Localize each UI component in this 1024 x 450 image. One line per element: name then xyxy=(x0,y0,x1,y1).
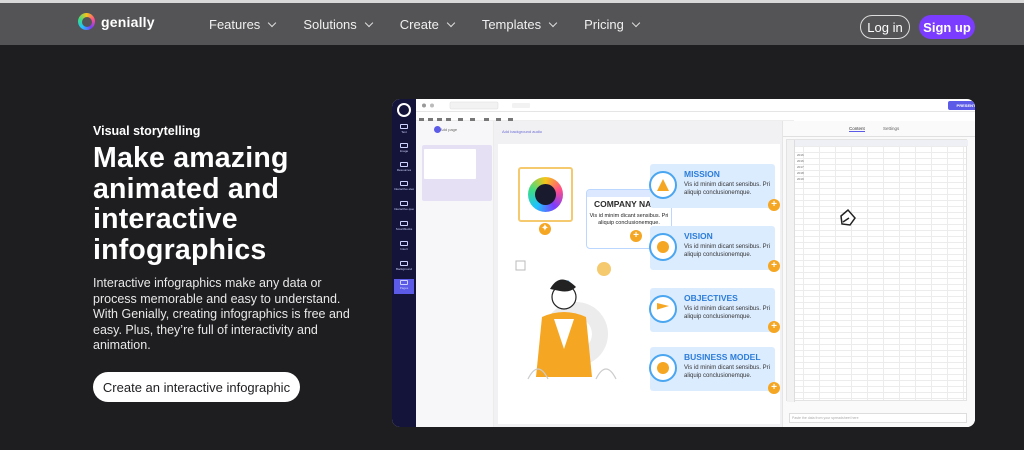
menu-item-create[interactable]: Create xyxy=(399,17,456,32)
signup-button[interactable]: Sign up xyxy=(919,15,975,39)
card-text: Vis id minim dicant sensibus. Pri aliqui… xyxy=(684,244,770,258)
card-title: MISSION xyxy=(684,169,720,179)
logo-frame[interactable] xyxy=(518,167,573,222)
hero-headline: Make amazing animated and interactive in… xyxy=(93,142,289,266)
present-button[interactable]: PRESENT xyxy=(948,101,975,110)
plus-icon[interactable]: + xyxy=(768,382,780,394)
card-title: VISION xyxy=(684,231,713,241)
card-business-model[interactable]: BUSINESS MODEL Vis id minim dicant sensi… xyxy=(649,347,775,391)
sidebar-label: Background xyxy=(395,267,412,271)
menu-label: Templates xyxy=(481,17,542,32)
sidebar-item-pages[interactable]: Pages xyxy=(394,279,414,294)
tab-settings[interactable]: Settings xyxy=(883,126,899,131)
card-vision[interactable]: VISION Vis id minim dicant sensibus. Pri… xyxy=(649,226,775,270)
editor-toolbar xyxy=(416,112,794,123)
sidebar-item-resources[interactable]: Resources xyxy=(394,161,414,176)
card-text: Vis id minim dicant sensibus. Pri aliqui… xyxy=(684,365,770,379)
resources-icon xyxy=(400,162,408,167)
menu-item-pricing[interactable]: Pricing xyxy=(584,17,641,32)
card-objectives[interactable]: OBJECTIVES Vis id minim dicant sensibus.… xyxy=(649,288,775,332)
genially-logo-icon xyxy=(78,13,95,30)
panel-tabs: Content Settings xyxy=(783,121,975,137)
sidebar-label: Smartblocks xyxy=(395,227,413,231)
sidebar-item-interactive-questions[interactable]: Interactive questions xyxy=(394,200,414,215)
sidebar-label: Interactive questions xyxy=(394,207,414,211)
genially-logo-icon xyxy=(397,103,411,117)
card-text: Vis id minim dicant sensibus. Pri aliqui… xyxy=(684,182,770,196)
sidebar-label: Image xyxy=(399,149,409,153)
hero-eyebrow: Visual storytelling xyxy=(93,124,201,138)
puzzle-icon: ✦ xyxy=(539,223,551,235)
data-panel: Content Settings 2016 2016 2017 2018 201… xyxy=(782,121,975,427)
sidebar-label: Text xyxy=(401,130,407,134)
sidebar-item-image[interactable]: Image xyxy=(394,142,414,157)
plus-icon[interactable]: + xyxy=(768,199,780,211)
pages-panel: Add page xyxy=(416,121,494,427)
card-title: BUSINESS MODEL xyxy=(684,352,761,362)
sidebar-item-text[interactable]: Text xyxy=(394,123,414,138)
menu-item-templates[interactable]: Templates xyxy=(481,17,558,32)
person-thinking-illustration xyxy=(515,260,617,380)
chevron-down-icon xyxy=(631,18,641,27)
spreadsheet-grid[interactable]: 2016 2016 2017 2018 2019 xyxy=(786,139,968,402)
chevron-down-icon xyxy=(268,18,277,27)
company-text: Vis id minim dicant sensibus. Pri aliqui… xyxy=(589,213,669,226)
insert-icon xyxy=(400,241,408,246)
plus-icon[interactable]: + xyxy=(768,321,780,333)
top-navigation: genially Features Solutions Create Templ… xyxy=(0,0,1024,45)
plus-icon[interactable]: + xyxy=(630,230,642,242)
menu-label: Create xyxy=(399,17,439,32)
sidebar-label: Resources xyxy=(396,168,412,172)
spreadsheet-years: 2016 2016 2017 2018 2019 xyxy=(797,153,804,181)
main-menu: Features Solutions Create Templates Pric… xyxy=(209,17,641,32)
flag-icon xyxy=(649,295,677,323)
eye-icon xyxy=(649,233,677,261)
sidebar-item-interactive-elements[interactable]: Interactive elements xyxy=(394,180,414,195)
menu-item-features[interactable]: Features xyxy=(209,17,277,32)
sidebar-label: Interactive elements xyxy=(394,187,414,191)
plus-icon[interactable]: + xyxy=(768,260,780,272)
card-mission[interactable]: MISSION Vis id minim dicant sensibus. Pr… xyxy=(649,164,775,208)
drag-hand-icon xyxy=(840,208,856,226)
add-page-button[interactable]: Add page xyxy=(440,127,457,132)
menu-label: Solutions xyxy=(303,17,357,32)
create-infographic-button[interactable]: Create an interactive infographic xyxy=(93,372,300,402)
sidebar-label: Insert xyxy=(400,247,408,251)
smartblocks-icon xyxy=(400,221,408,226)
paste-data-input[interactable]: Paste the data from your spreadsheet her… xyxy=(789,413,967,423)
mountain-icon xyxy=(649,171,677,199)
chevron-down-icon xyxy=(548,18,558,27)
network-icon xyxy=(649,354,677,382)
editor-sidebar: Text Image Resources Interactive element… xyxy=(392,99,416,427)
card-title: OBJECTIVES xyxy=(684,293,738,303)
brand-name: genially xyxy=(101,13,155,30)
pages-icon xyxy=(400,280,408,285)
add-page-icon xyxy=(434,126,441,133)
chevron-down-icon xyxy=(446,18,456,27)
card-text: Vis id minim dicant sensibus. Pri aliqui… xyxy=(684,306,770,320)
genially-logo-icon xyxy=(528,177,563,212)
questions-icon xyxy=(400,201,408,206)
page-thumbnail[interactable] xyxy=(422,145,492,201)
editor-preview: Text Image Resources Interactive element… xyxy=(392,99,975,427)
login-button[interactable]: Log in xyxy=(860,15,910,39)
tab-content[interactable]: Content xyxy=(849,126,865,132)
background-icon xyxy=(400,261,408,266)
menu-label: Features xyxy=(209,17,261,32)
sidebar-item-background[interactable]: Background xyxy=(394,260,414,275)
brand-logo[interactable]: genially xyxy=(78,13,155,30)
sidebar-item-insert[interactable]: Insert xyxy=(394,240,414,255)
topbar-controls-icon xyxy=(422,101,530,110)
sidebar-item-smartblocks[interactable]: Smartblocks xyxy=(394,220,414,235)
image-icon xyxy=(400,143,408,148)
chevron-down-icon xyxy=(364,18,374,27)
menu-label: Pricing xyxy=(584,17,624,32)
hero-description: Interactive infographics make any data o… xyxy=(93,276,350,352)
add-audio-link[interactable]: Add background audio xyxy=(502,129,542,134)
text-icon xyxy=(400,124,408,129)
sidebar-label: Pages xyxy=(399,286,409,290)
interactive-elements-icon xyxy=(400,181,408,186)
menu-item-solutions[interactable]: Solutions xyxy=(303,17,374,32)
editor-topbar: PRESENT xyxy=(416,99,975,112)
